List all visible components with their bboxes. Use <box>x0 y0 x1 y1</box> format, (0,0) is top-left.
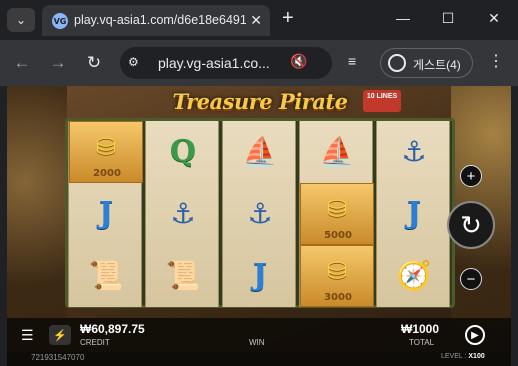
turbo-button[interactable]: ⚡ <box>49 325 71 345</box>
reel-5: ⚓ J 🧭 <box>376 121 450 307</box>
compass-icon: 🧭 <box>396 259 432 292</box>
symbol-scroll: 📜 <box>146 245 220 307</box>
autoplay-button[interactable]: ▶ <box>465 325 485 345</box>
reload-button[interactable]: ↻ <box>84 53 104 73</box>
lightning-icon: ⚡ <box>53 329 67 342</box>
j-symbol: J <box>98 196 114 231</box>
win-label: WIN <box>249 338 265 347</box>
autoplay-icon: ▶ <box>471 329 479 341</box>
symbol-coins: ⛁ 5000 <box>300 183 374 245</box>
coin-value: 2000 <box>93 168 121 179</box>
symbol-ship: ⛵ <box>223 121 297 183</box>
spin-icon: ↻ <box>460 209 482 240</box>
profile-label: 게스트(4) <box>413 58 461 72</box>
coins-icon: ⛁ <box>95 133 117 161</box>
plus-icon: + <box>466 167 476 185</box>
bet-decrease-button[interactable]: − <box>460 268 482 290</box>
guest-avatar-icon <box>388 54 406 72</box>
symbol-j: J <box>69 183 143 245</box>
bet-increase-button[interactable]: + <box>460 165 482 187</box>
close-tab-icon[interactable]: ✕ <box>250 12 262 29</box>
symbol-compass: 🧭 <box>377 245 451 307</box>
symbol-ship: ⛵ <box>300 121 374 183</box>
symbol-j: J <box>377 183 451 245</box>
game-status-bar: ☰ ⚡ ₩60,897.75 CREDIT WIN ₩1000 TOTAL ▶ <box>7 318 511 352</box>
tab-strip: ⌄ VG play.vq-asia1.com/d6e18e6491 ✕ + — … <box>0 0 518 40</box>
game-viewport: Treasure Pirate 10 LINES ⛁ 2000 J 📜 Q ⚓ 📜… <box>7 86 511 366</box>
symbol-j: J <box>223 245 297 307</box>
reel-2: Q ⚓ 📜 <box>145 121 219 307</box>
minus-icon: − <box>466 270 476 288</box>
tab-search-button[interactable]: ⌄ <box>7 8 35 32</box>
level-label: LEVEL : <box>441 353 467 360</box>
credit-label: CREDIT <box>80 338 110 347</box>
game-footer: 721931547070 LEVEL : X100 <box>7 352 511 366</box>
symbol-q: Q <box>146 121 220 183</box>
coin-value: 3000 <box>324 292 352 303</box>
anchor-icon: ⚓ <box>401 135 427 168</box>
symbol-scroll: 📜 <box>69 245 143 307</box>
browser-tab[interactable]: VG play.vq-asia1.com/d6e18e6491 ✕ <box>42 5 270 36</box>
level-value: X100 <box>468 353 485 360</box>
anchor-icon: ⚓ <box>247 197 273 230</box>
spin-button[interactable]: ↻ <box>447 201 495 249</box>
symbol-anchor: ⚓ <box>223 183 297 245</box>
close-window-button[interactable]: ✕ <box>484 10 504 27</box>
tab-title: play.vq-asia1.com/d6e18e6491 <box>74 13 246 27</box>
total-label: TOTAL <box>409 338 435 347</box>
total-bet-value: ₩1000 <box>401 322 440 336</box>
decor-left <box>7 86 67 326</box>
anchor-icon: ⚓ <box>170 197 196 230</box>
back-button[interactable]: ← <box>12 53 32 73</box>
profile-button[interactable]: 게스트(4) <box>380 48 473 78</box>
coins-icon: ⛁ <box>326 195 348 223</box>
media-controls-icon[interactable]: ≡ <box>348 53 356 69</box>
url-text: play.vg-asia1.co... <box>158 55 270 71</box>
symbol-anchor: ⚓ <box>146 183 220 245</box>
game-menu-icon[interactable]: ☰ <box>21 327 34 344</box>
favicon-icon: VG <box>52 13 68 29</box>
reel-3: ⛵ ⚓ J <box>222 121 296 307</box>
new-tab-button[interactable]: + <box>282 8 294 28</box>
game-logo: Treasure Pirate <box>165 89 355 115</box>
game-title: Treasure Pirate <box>172 89 348 114</box>
browser-toolbar: ← → ↻ ⚙ play.vg-asia1.co... 🔇 ≡ 게스트(4) ⋮ <box>0 40 518 86</box>
chevron-down-icon: ⌄ <box>15 13 27 27</box>
pirate-ship-icon: ⛵ <box>242 135 278 168</box>
j-symbol: J <box>406 196 422 231</box>
reel-grid: ⛁ 2000 J 📜 Q ⚓ 📜 ⛵ ⚓ J ⛵ ⛁ 5000 ⛁ 3000 ⚓ J … <box>65 118 455 308</box>
level-indicator: LEVEL : X100 <box>441 353 485 360</box>
muted-tab-icon[interactable]: 🔇 <box>290 53 307 70</box>
site-settings-icon[interactable]: ⚙ <box>128 55 148 71</box>
browser-menu-icon[interactable]: ⋮ <box>488 51 504 71</box>
q-symbol: Q <box>169 134 197 169</box>
reel-4: ⛵ ⛁ 5000 ⛁ 3000 <box>299 121 374 307</box>
pirate-ship-icon: ⛵ <box>319 135 355 168</box>
maximize-button[interactable]: ☐ <box>438 10 458 27</box>
session-id: 721931547070 <box>31 353 85 362</box>
scroll-icon: 📜 <box>88 259 124 292</box>
coins-icon: ⛁ <box>326 257 348 285</box>
reel-1: ⛁ 2000 J 📜 <box>68 121 143 307</box>
forward-button[interactable]: → <box>48 53 68 73</box>
symbol-coins: ⛁ 2000 <box>69 121 143 183</box>
symbol-coins: ⛁ 3000 <box>300 245 374 307</box>
symbol-anchor: ⚓ <box>377 121 451 183</box>
scroll-icon: 📜 <box>165 259 201 292</box>
minimize-button[interactable]: — <box>393 10 413 26</box>
lines-badge: 10 LINES <box>363 90 401 112</box>
j-symbol: J <box>252 258 268 293</box>
credit-value: ₩60,897.75 <box>80 322 145 336</box>
coin-value: 5000 <box>324 230 352 241</box>
